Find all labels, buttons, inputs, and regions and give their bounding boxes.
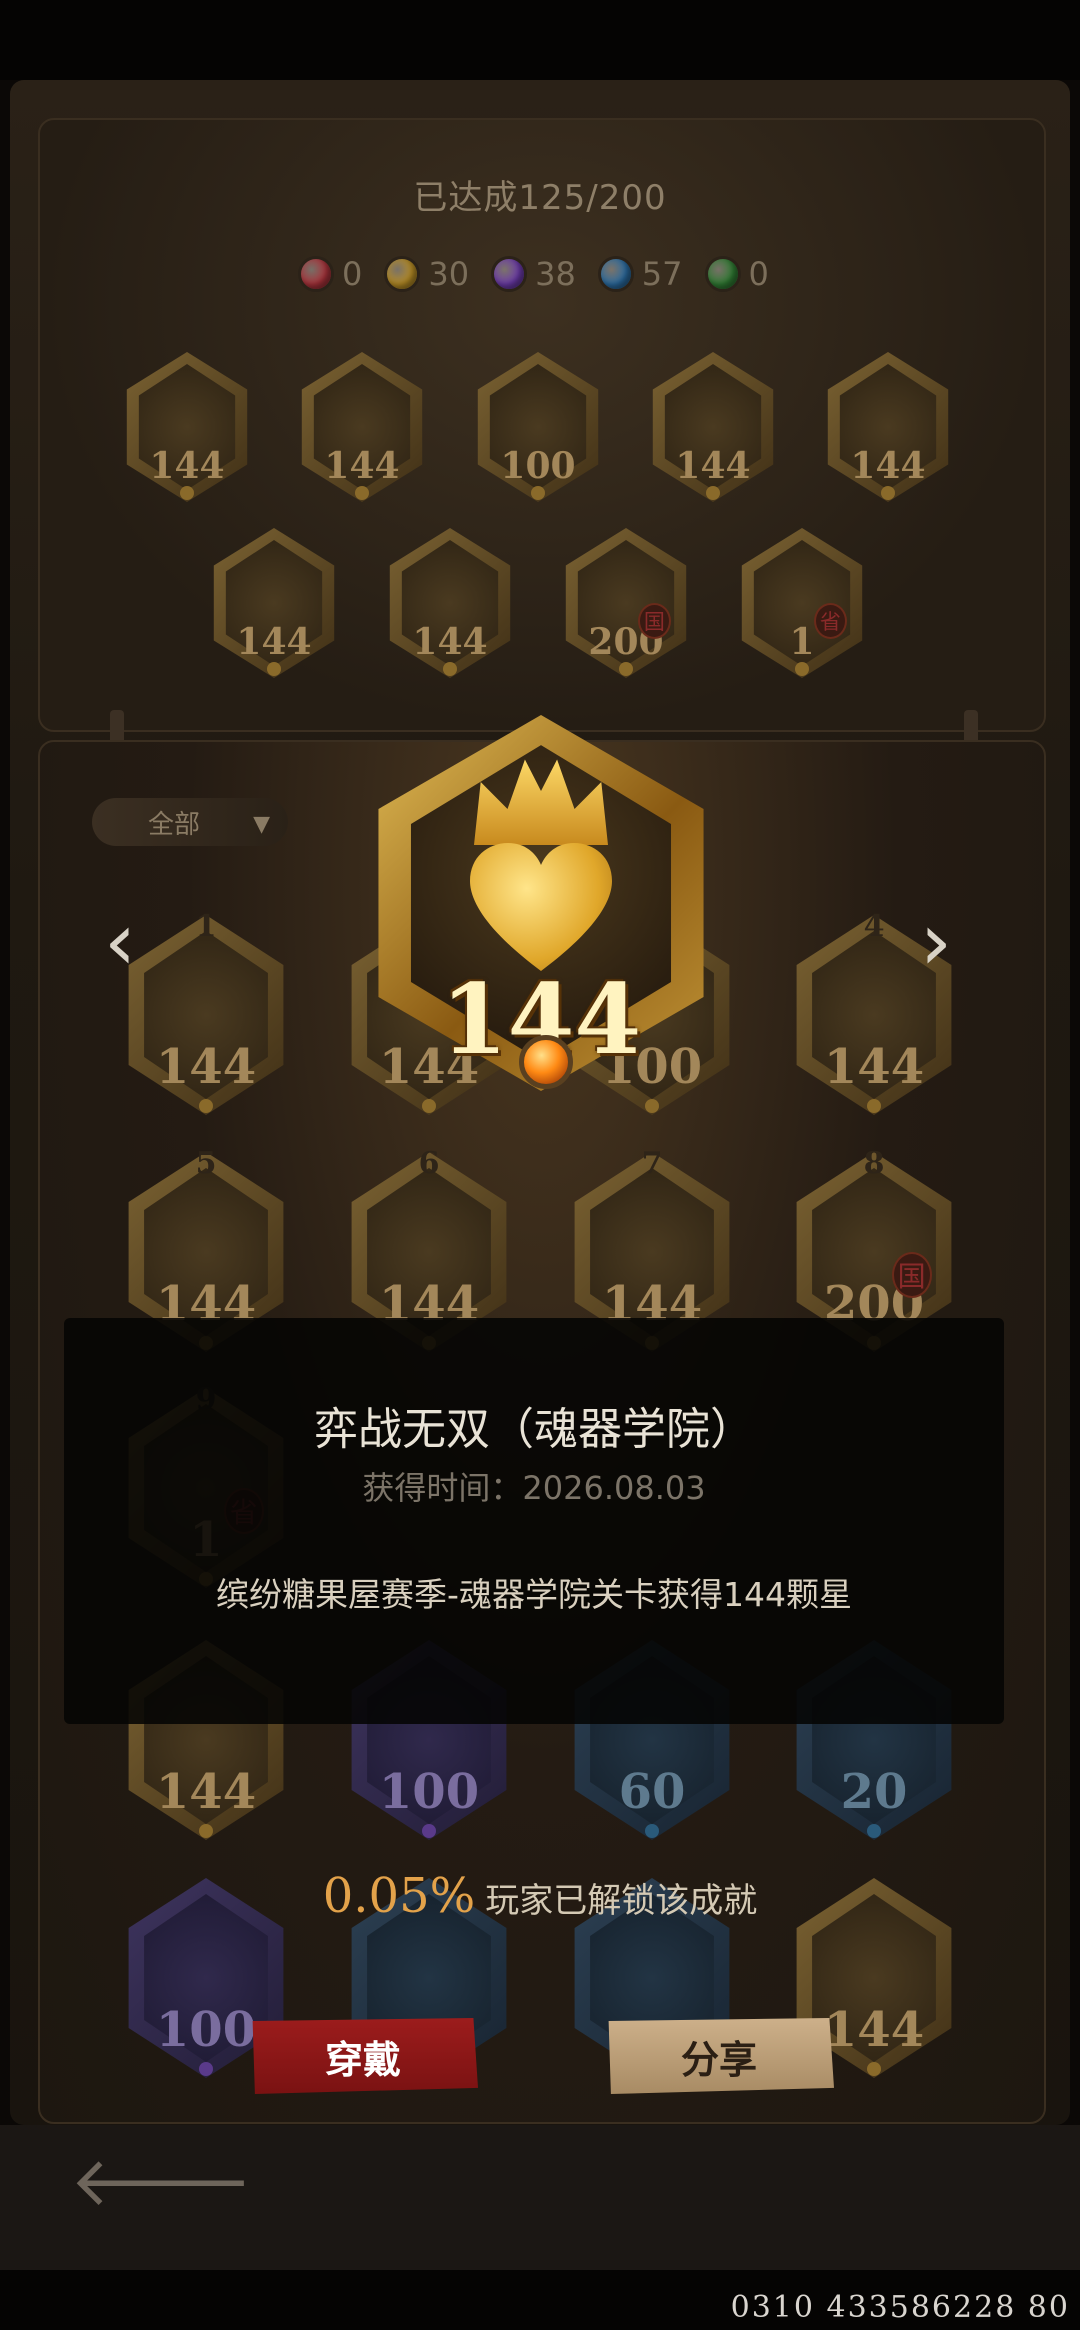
share-button[interactable]: 分享	[608, 2018, 834, 2094]
badge-index: 6	[418, 1146, 440, 1181]
prev-arrow-icon[interactable]: ‹	[104, 895, 136, 988]
badge-gem-icon	[867, 1099, 881, 1113]
badge-value: 20	[840, 1764, 908, 1820]
selected-badge: 144	[352, 715, 730, 1091]
gem-counts: 0 30 38 57 0	[298, 255, 769, 293]
gem-count-value: 38	[535, 255, 576, 293]
badge-value: 200	[588, 621, 664, 663]
badge-value: 144	[149, 445, 225, 487]
gem-count: 57	[597, 255, 683, 293]
gem-count: 0	[704, 255, 769, 293]
badge-gem-icon	[706, 486, 720, 500]
badge-gem-icon	[199, 2062, 213, 2076]
filter-dropdown[interactable]: 全部 ▼	[92, 798, 288, 846]
showcase-badge: 1省	[732, 528, 872, 678]
badge-gem-icon	[645, 1824, 659, 1838]
badge-gem-icon	[881, 486, 895, 500]
next-arrow-icon[interactable]: ›	[920, 895, 952, 988]
achievement-title: 弈战无双（魂器学院）	[314, 1404, 754, 1455]
badge-value: 144	[324, 445, 400, 487]
badge-value: 144	[155, 1039, 257, 1095]
badge-gem-icon	[867, 2062, 881, 2076]
unlock-text: 玩家已解锁该成就	[485, 1881, 758, 1921]
badge-tag: 国	[891, 1252, 932, 1298]
blue-gem-icon	[597, 256, 634, 292]
gem-count-value: 30	[428, 255, 470, 293]
showcase-badge: 144	[380, 528, 520, 678]
showcase-badge: 144	[292, 352, 432, 502]
progress-label: 已达成125/200	[413, 178, 667, 218]
badge-gem-icon	[422, 1099, 436, 1113]
top-bar	[0, 0, 1080, 80]
orange-gem-icon	[519, 1035, 573, 1089]
showcase-badge: 144	[818, 352, 958, 502]
gem-count-value: 0	[342, 255, 363, 293]
badge-value: 100	[500, 445, 576, 487]
gem-count: 38	[491, 255, 576, 293]
gold-gem-icon	[384, 256, 421, 292]
badge-gem-icon	[795, 662, 809, 676]
badge-value: 1	[789, 621, 815, 663]
gem-count-value: 0	[748, 255, 769, 293]
badge-index: 8	[863, 1146, 885, 1181]
badge-gem-icon	[619, 662, 633, 676]
badge-value: 144	[675, 445, 751, 487]
filter-icon: ▼	[253, 812, 270, 837]
badge-tag: 省	[813, 603, 847, 639]
badge-value: 144	[236, 621, 312, 663]
badge-gem-icon	[422, 1824, 436, 1838]
badge-gem-icon	[199, 1099, 213, 1113]
filter-label: 全部	[148, 809, 201, 840]
purple-gem-icon	[491, 256, 528, 292]
badge-value: 144	[412, 621, 488, 663]
badge-value: 144	[823, 1039, 925, 1095]
showcase-badge: 100	[468, 352, 608, 502]
badge-value: 144	[850, 445, 926, 487]
grid-badge[interactable]: 1 144	[116, 909, 296, 1115]
wear-button[interactable]: 穿戴	[252, 2018, 478, 2094]
achievement-description: 缤纷糖果屋赛季-魂器学院关卡获得144颗星	[216, 1575, 852, 1614]
showcase-badge: 144	[643, 352, 783, 502]
badge-gem-icon	[180, 486, 194, 500]
badge-gem-icon	[267, 662, 281, 676]
showcase-badge: 144	[117, 352, 257, 502]
badge-gem-icon	[867, 1824, 881, 1838]
gem-count: 0	[298, 255, 362, 293]
badge-index: 4	[863, 909, 885, 944]
achievement-detail: 弈战无双（魂器学院） 获得时间：2026.08.03 缤纷糖果屋赛季-魂器学院关…	[64, 1318, 1004, 1724]
gem-count-value: 57	[641, 255, 683, 293]
badge-gem-icon	[645, 1099, 659, 1113]
back-arrow-icon[interactable]: 🡐	[70, 2140, 252, 2222]
showcase-badge: 144	[204, 528, 344, 678]
achievement-time: 获得时间：2026.08.03	[362, 1469, 706, 1507]
badge-gem-icon	[199, 1824, 213, 1838]
showcase-badge: 200 国	[556, 528, 696, 678]
badge-value: 60	[618, 1764, 686, 1820]
unlock-stat: 0.05% 玩家已解锁该成就	[0, 1868, 1080, 1924]
gem-count: 30	[384, 255, 469, 293]
badge-value: 144	[155, 1764, 257, 1820]
green-gem-icon	[704, 256, 741, 292]
red-gem-icon	[298, 256, 334, 292]
unlock-percent: 0.05%	[322, 1868, 476, 1924]
badge-index: 1	[195, 909, 217, 944]
badge-gem-icon	[355, 486, 369, 500]
badge-index: 7	[641, 1146, 663, 1181]
badge-tag: 国	[637, 603, 671, 639]
badge-value: 100	[378, 1764, 480, 1820]
footer-id: 0310 433586228 80	[730, 2290, 1070, 2325]
badge-gem-icon	[531, 486, 545, 500]
badge-index: 5	[195, 1146, 217, 1181]
badge-gem-icon	[443, 662, 457, 676]
